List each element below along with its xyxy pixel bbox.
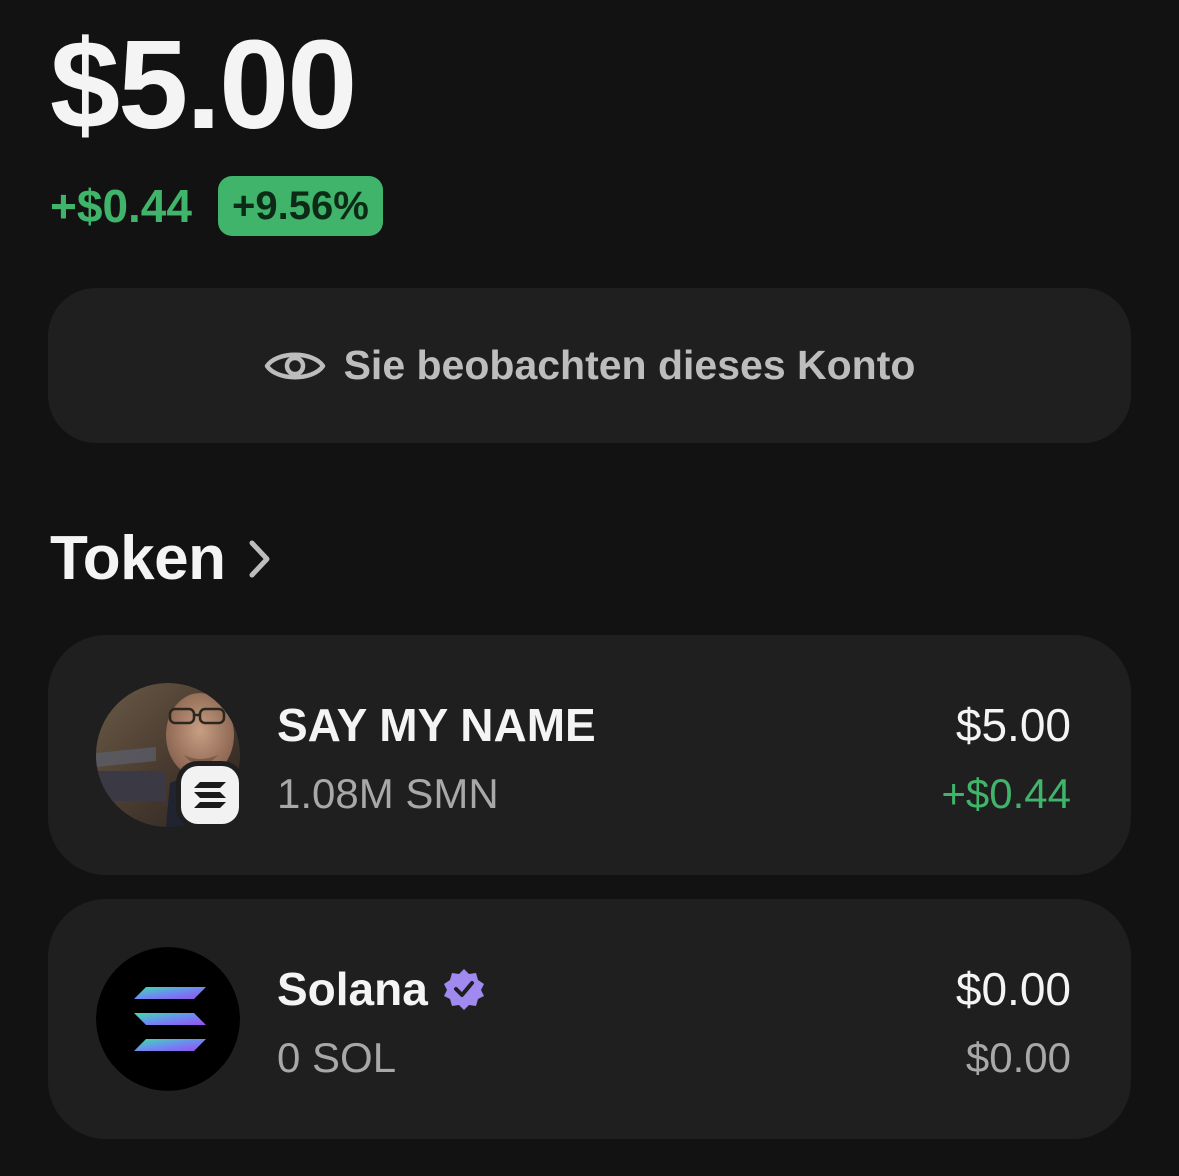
token-name-text: SAY MY NAME <box>277 699 596 751</box>
verified-badge-icon <box>443 969 484 1010</box>
token-change: $0.00 <box>965 1034 1071 1081</box>
token-row-smn[interactable]: SAY MY NAME 1.08M SMN $5.00 +$0.44 <box>48 635 1131 875</box>
portfolio-balance: $5.00 <box>50 14 357 155</box>
wallet-screen: $5.00 +$0.44 +9.56% Sie beobachten diese… <box>0 0 1179 1176</box>
watch-only-text: Sie beobachten dieses Konto <box>343 342 916 388</box>
chevron-right-icon <box>249 540 270 577</box>
token-name: Solana <box>277 962 486 1016</box>
solana-logo-icon <box>96 947 240 1091</box>
tokens-section-header[interactable]: Token <box>50 523 273 594</box>
chain-badge <box>176 761 244 829</box>
eye-icon <box>264 352 325 379</box>
token-amount: 0 SOL <box>277 1034 397 1081</box>
tokens-section-title: Token <box>50 524 226 593</box>
portfolio-change-percent-badge: +9.56% <box>217 176 383 236</box>
portfolio-change-row: +$0.44 +9.56% <box>50 176 383 236</box>
watch-only-banner: Sie beobachten dieses Konto <box>48 288 1131 443</box>
token-name-text: Solana <box>277 963 428 1015</box>
token-name: SAY MY NAME <box>277 698 596 752</box>
token-value: $0.00 <box>955 963 1071 1015</box>
token-change: +$0.44 <box>941 770 1071 817</box>
token-value: $5.00 <box>955 699 1071 751</box>
token-amount: 1.08M SMN <box>277 770 499 817</box>
token-row-sol[interactable]: Solana 0 SOL $0.00 $0.00 <box>48 899 1131 1139</box>
portfolio-change-amount: +$0.44 <box>50 180 192 232</box>
solana-chain-icon <box>194 782 226 808</box>
